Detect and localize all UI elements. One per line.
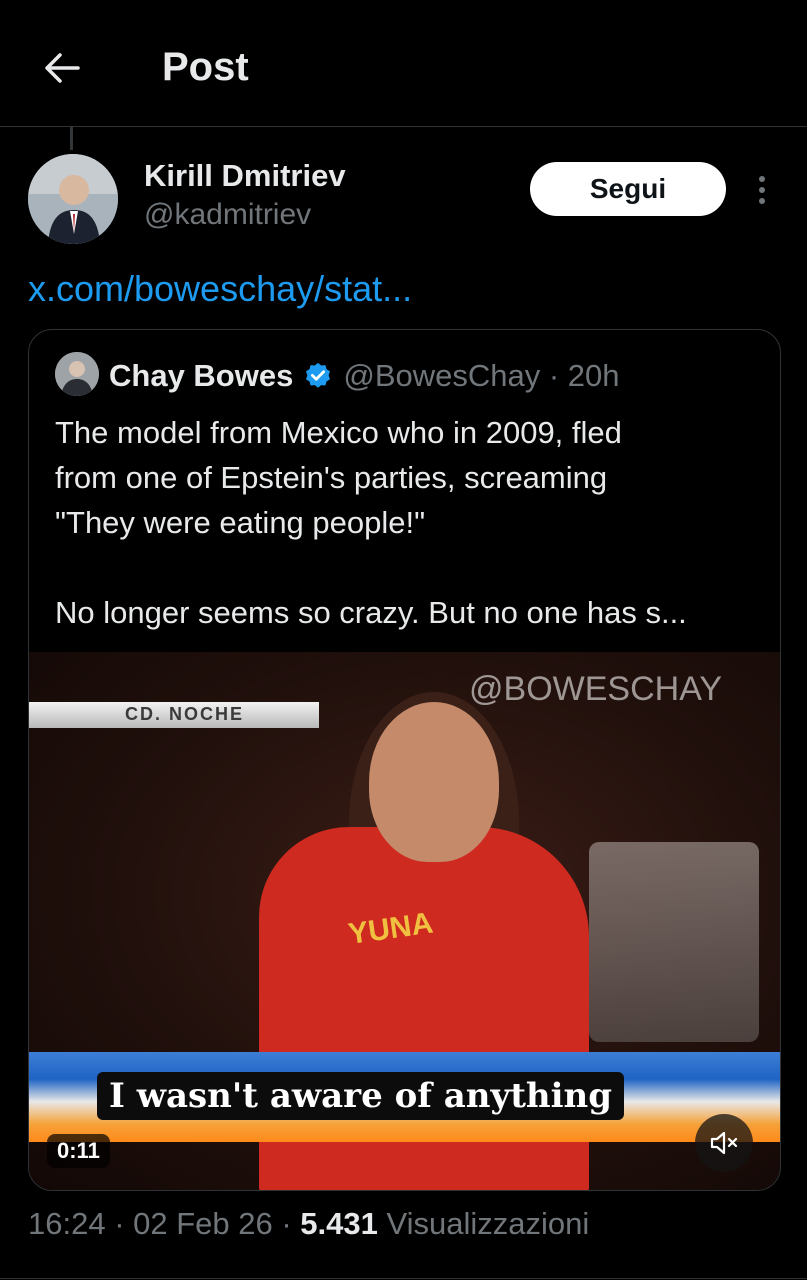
- video-watermark: @BOWESCHAY: [469, 670, 723, 708]
- more-options-icon: [759, 176, 765, 182]
- quoted-post-link[interactable]: x.com/boweschay/stat...: [28, 268, 412, 310]
- back-button[interactable]: [38, 44, 86, 92]
- back-arrow-icon: [45, 53, 80, 83]
- quote-author-avatar: [55, 352, 99, 396]
- quote-text-line: "They were eating people!": [55, 505, 426, 540]
- quote-handle-time: @BowesChay · 20h: [343, 358, 620, 393]
- mute-button[interactable]: [695, 1114, 753, 1172]
- page-title: Post: [162, 45, 249, 89]
- video-caption: I wasn't aware of anything: [97, 1072, 625, 1120]
- verified-badge-icon: [306, 362, 331, 388]
- views-count: 5.431: [300, 1206, 378, 1241]
- follow-button[interactable]: Segui: [530, 162, 726, 216]
- thread-line: [70, 126, 73, 150]
- video-duration: 0:11: [47, 1134, 110, 1168]
- post-timestamp[interactable]: 16:24 · 02 Feb 26 ·: [28, 1206, 300, 1241]
- video-player[interactable]: CD. NOCHE YUNA @BOWESCHAY I wasn't aware…: [29, 652, 780, 1190]
- author-avatar[interactable]: [28, 154, 118, 244]
- quote-author-name: Chay Bowes: [109, 358, 294, 393]
- quote-text-line: from one of Epstein's parties, screaming: [55, 460, 608, 495]
- video-chyron: CD. NOCHE: [29, 702, 319, 728]
- quote-header: Chay Bowes @BowesChay · 20h: [109, 356, 620, 396]
- quote-card[interactable]: Chay Bowes @BowesChay · 20h The model fr…: [28, 329, 781, 1191]
- author-name[interactable]: Kirill Dmitriev: [144, 158, 346, 194]
- quote-text: The model from Mexico who in 2009, fled …: [55, 410, 755, 635]
- top-bar: Post: [0, 0, 807, 127]
- avatar-image: [28, 154, 118, 244]
- post-meta: 16:24 · 02 Feb 26 · 5.431 Visualizzazion…: [28, 1206, 589, 1242]
- quote-text-line: No longer seems so crazy. But no one has…: [55, 595, 687, 630]
- divider: [0, 1278, 807, 1279]
- quote-text-line: The model from Mexico who in 2009, fled: [55, 415, 622, 450]
- more-options-button[interactable]: [746, 170, 778, 210]
- author-handle[interactable]: @kadmitriev: [144, 198, 311, 232]
- mute-icon: [710, 1131, 738, 1155]
- views-label: Visualizzazioni: [377, 1206, 590, 1241]
